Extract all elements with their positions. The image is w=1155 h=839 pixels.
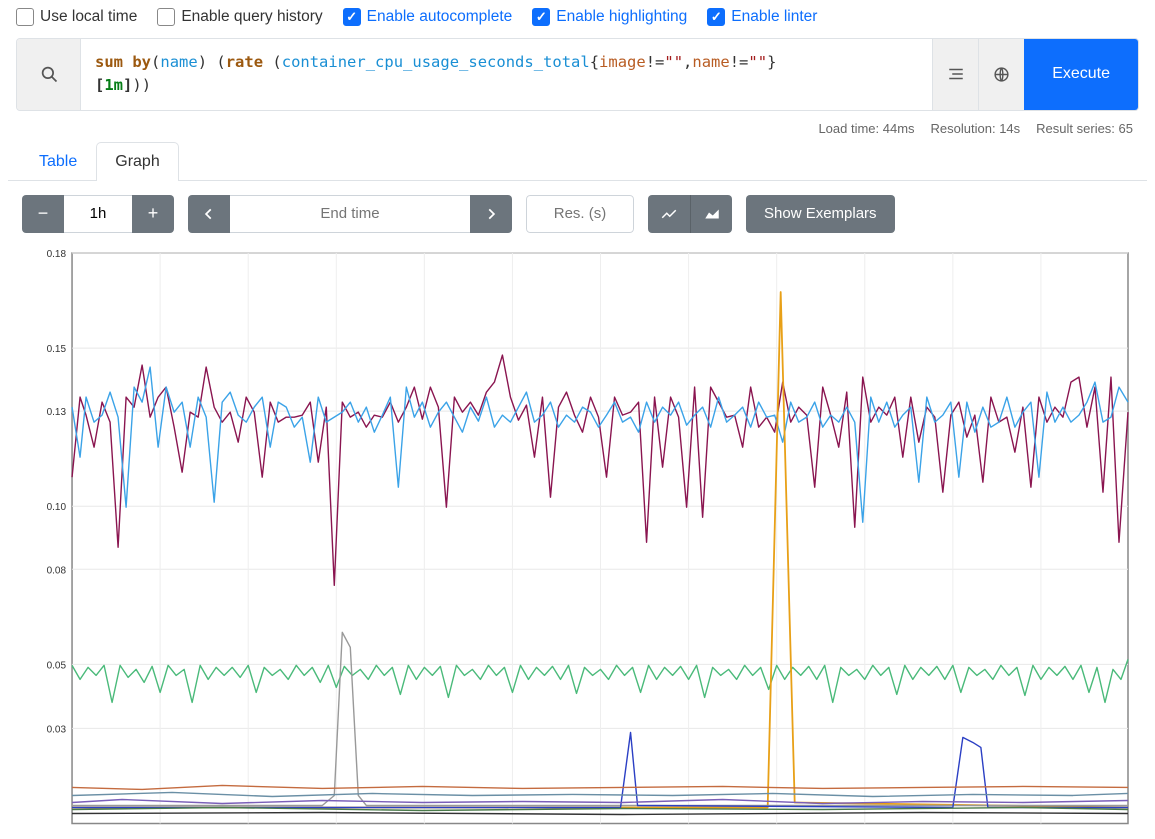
chart-type-group [648, 195, 732, 233]
resolution-group [526, 195, 634, 233]
format-query-button[interactable] [932, 39, 978, 110]
execute-button[interactable]: Execute [1024, 39, 1138, 110]
chart-area[interactable]: 0.18 0.15 0.13 0.10 0.08 0.05 0.03 [22, 247, 1133, 828]
area-chart-icon [703, 205, 721, 223]
graph-controls: − + Show Exemplars [8, 181, 1147, 243]
svg-text:0.03: 0.03 [47, 724, 67, 735]
end-time-prev-button[interactable] [188, 195, 230, 233]
load-time: Load time: 44ms [818, 121, 914, 136]
checkbox-icon[interactable] [707, 8, 725, 26]
query-row: sum by(name) (rate (container_cpu_usage_… [16, 38, 1139, 111]
tab-graph[interactable]: Graph [96, 142, 178, 181]
checkbox-icon[interactable] [343, 8, 361, 26]
y-axis-labels: 0.18 0.15 0.13 0.10 0.08 0.05 0.03 [47, 249, 67, 735]
option-local-time[interactable]: Use local time [16, 8, 137, 26]
end-time-next-button[interactable] [470, 195, 512, 233]
option-highlighting[interactable]: Enable highlighting [532, 8, 687, 26]
option-linter[interactable]: Enable linter [707, 8, 817, 26]
range-plus-button[interactable]: + [132, 195, 174, 233]
svg-text:0.18: 0.18 [47, 249, 67, 260]
option-label: Enable highlighting [556, 8, 687, 26]
options-bar: Use local time Enable query history Enab… [8, 4, 1147, 38]
option-label: Use local time [40, 8, 137, 26]
option-label: Enable linter [731, 8, 817, 26]
option-label: Enable query history [181, 8, 322, 26]
svg-text:0.08: 0.08 [47, 565, 67, 576]
option-query-history[interactable]: Enable query history [157, 8, 322, 26]
result-tabs: Table Graph [8, 142, 1147, 181]
chevron-right-icon [484, 207, 498, 221]
show-exemplars-button[interactable]: Show Exemplars [746, 195, 895, 233]
end-time-input[interactable] [230, 195, 470, 233]
query-input[interactable]: sum by(name) (rate (container_cpu_usage_… [81, 39, 932, 110]
globe-button[interactable] [978, 39, 1024, 110]
range-minus-button[interactable]: − [22, 195, 64, 233]
chart-svg: 0.18 0.15 0.13 0.10 0.08 0.05 0.03 [22, 247, 1133, 828]
svg-text:0.15: 0.15 [47, 344, 67, 355]
checkbox-icon[interactable] [16, 8, 34, 26]
checkbox-icon[interactable] [532, 8, 550, 26]
result-series: Result series: 65 [1036, 121, 1133, 136]
search-icon [40, 65, 58, 83]
format-icon [947, 65, 965, 83]
metrics-explorer-button[interactable] [17, 39, 81, 110]
query-meta: Load time: 44ms Resolution: 14s Result s… [8, 111, 1147, 140]
end-time-stepper [188, 195, 512, 233]
svg-text:0.10: 0.10 [47, 502, 67, 513]
resolution-input[interactable] [526, 195, 634, 233]
chevron-left-icon [202, 207, 216, 221]
range-input[interactable] [64, 195, 132, 233]
option-label: Enable autocomplete [367, 8, 513, 26]
stacked-chart-button[interactable] [690, 195, 732, 233]
tab-table[interactable]: Table [20, 142, 96, 181]
svg-text:0.05: 0.05 [47, 660, 67, 671]
checkbox-icon[interactable] [157, 8, 175, 26]
globe-icon [993, 66, 1010, 83]
range-stepper: − + [22, 195, 174, 233]
option-autocomplete[interactable]: Enable autocomplete [343, 8, 513, 26]
line-chart-button[interactable] [648, 195, 690, 233]
svg-text:0.13: 0.13 [47, 407, 67, 418]
line-chart-icon [660, 205, 678, 223]
resolution: Resolution: 14s [931, 121, 1021, 136]
